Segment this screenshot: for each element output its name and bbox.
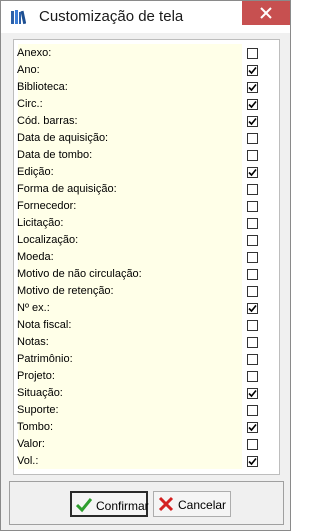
title-bar[interactable]: Customização de tela [1,1,290,33]
field-label: Anexo: [17,47,52,59]
field-checkbox[interactable] [247,456,258,467]
field-label: Licitação: [17,217,64,229]
field-checkbox[interactable] [247,184,258,195]
field-label: Fornecedor: [17,200,77,212]
field-checkbox[interactable] [247,303,258,314]
field-row[interactable]: Fornecedor: [14,198,274,215]
field-checkbox[interactable] [247,235,258,246]
field-label: Projeto: [17,370,55,382]
field-checkbox[interactable] [247,405,258,416]
field-row[interactable]: Anexo: [14,45,274,62]
field-checkbox[interactable] [247,133,258,144]
field-label: Edição: [17,166,54,178]
field-checkbox[interactable] [247,371,258,382]
field-label: Nº ex.: [17,302,50,314]
field-label: Motivo de não circulação: [17,268,142,280]
checkmark-icon [248,423,257,432]
customization-dialog: Customização de tela Anexo: Ano: Bibliotec… [0,0,291,531]
checkmark-icon [248,117,257,126]
field-checkbox[interactable] [247,48,258,59]
cancel-button[interactable]: Cancelar [153,491,231,517]
field-label: Circ.: [17,98,43,110]
field-row[interactable]: Notas: [14,334,274,351]
checkmark-icon [248,168,257,177]
close-icon [260,7,272,19]
field-label: Situação: [17,387,63,399]
field-checkbox[interactable] [247,388,258,399]
field-label: Suporte: [17,404,59,416]
field-row[interactable]: Nº ex.: [14,300,274,317]
field-checkbox[interactable] [247,116,258,127]
field-row[interactable]: Circ.: [14,96,274,113]
confirm-label: Confirmar [96,499,149,513]
field-checkbox[interactable] [247,269,258,280]
field-list-panel: Anexo: Ano: Biblioteca: Circ.: Cód. barras: D… [13,39,280,475]
checkmark-icon [248,100,257,109]
field-checkbox[interactable] [247,150,258,161]
field-label: Motivo de retenção: [17,285,114,297]
field-row[interactable]: Data de aquisição: [14,130,274,147]
checkmark-icon [248,389,257,398]
field-checkbox[interactable] [247,252,258,263]
field-row[interactable]: Data de tombo: [14,147,274,164]
checkmark-icon [248,83,257,92]
checkmark-icon [248,457,257,466]
field-row[interactable]: Valor: [14,436,274,453]
field-label: Data de tombo: [17,149,93,161]
field-checkbox[interactable] [247,99,258,110]
field-row[interactable]: Localização: [14,232,274,249]
field-label: Vol.: [17,455,39,467]
checkmark-icon [248,66,257,75]
field-row[interactable]: Moeda: [14,249,274,266]
field-checkbox[interactable] [247,82,258,93]
field-row[interactable]: Tombo: [14,419,274,436]
field-row[interactable]: Vol.: [14,453,274,470]
close-button[interactable] [242,1,290,25]
field-label: Data de aquisição: [17,132,109,144]
field-row[interactable]: Forma de aquisição: [14,181,274,198]
field-checkbox[interactable] [247,337,258,348]
field-row[interactable]: Situação: [14,385,274,402]
field-label: Localização: [17,234,79,246]
field-checkbox[interactable] [247,167,258,178]
field-label: Cód. barras: [17,115,78,127]
field-checkbox[interactable] [247,320,258,331]
field-label: Ano: [17,64,40,76]
field-checkbox[interactable] [247,218,258,229]
field-row[interactable]: Nota fiscal: [14,317,274,334]
cancel-label: Cancelar [178,498,227,512]
x-icon [158,496,174,515]
field-label: Tombo: [17,421,54,433]
field-label: Patrimônio: [17,353,73,365]
field-label: Biblioteca: [17,81,68,93]
field-checkbox[interactable] [247,286,258,297]
field-label: Valor: [17,438,45,450]
field-label: Nota fiscal: [17,319,72,331]
confirm-button[interactable]: Confirmar [70,491,149,517]
field-row[interactable]: Ano: [14,62,274,79]
button-bar: Confirmar Cancelar [9,481,284,525]
field-row[interactable]: Licitação: [14,215,274,232]
field-checkbox[interactable] [247,201,258,212]
field-label: Notas: [17,336,49,348]
field-row[interactable]: Suporte: [14,402,274,419]
field-checkbox[interactable] [247,439,258,450]
field-row[interactable]: Edição: [14,164,274,181]
field-row[interactable]: Patrimônio: [14,351,274,368]
field-row[interactable]: Biblioteca: [14,79,274,96]
window-title: Customização de tela [39,8,184,25]
field-checkbox[interactable] [247,422,258,433]
field-label: Moeda: [17,251,54,263]
field-checkbox[interactable] [247,354,258,365]
checkmark-icon [75,497,93,516]
field-row[interactable]: Motivo de não circulação: [14,266,274,283]
field-checkbox[interactable] [247,65,258,76]
field-row[interactable]: Cód. barras: [14,113,274,130]
field-label: Forma de aquisição: [17,183,117,195]
field-row[interactable]: Projeto: [14,368,274,385]
field-row[interactable]: Motivo de retenção: [14,283,274,300]
checkmark-icon [248,304,257,313]
books-icon [10,9,27,25]
